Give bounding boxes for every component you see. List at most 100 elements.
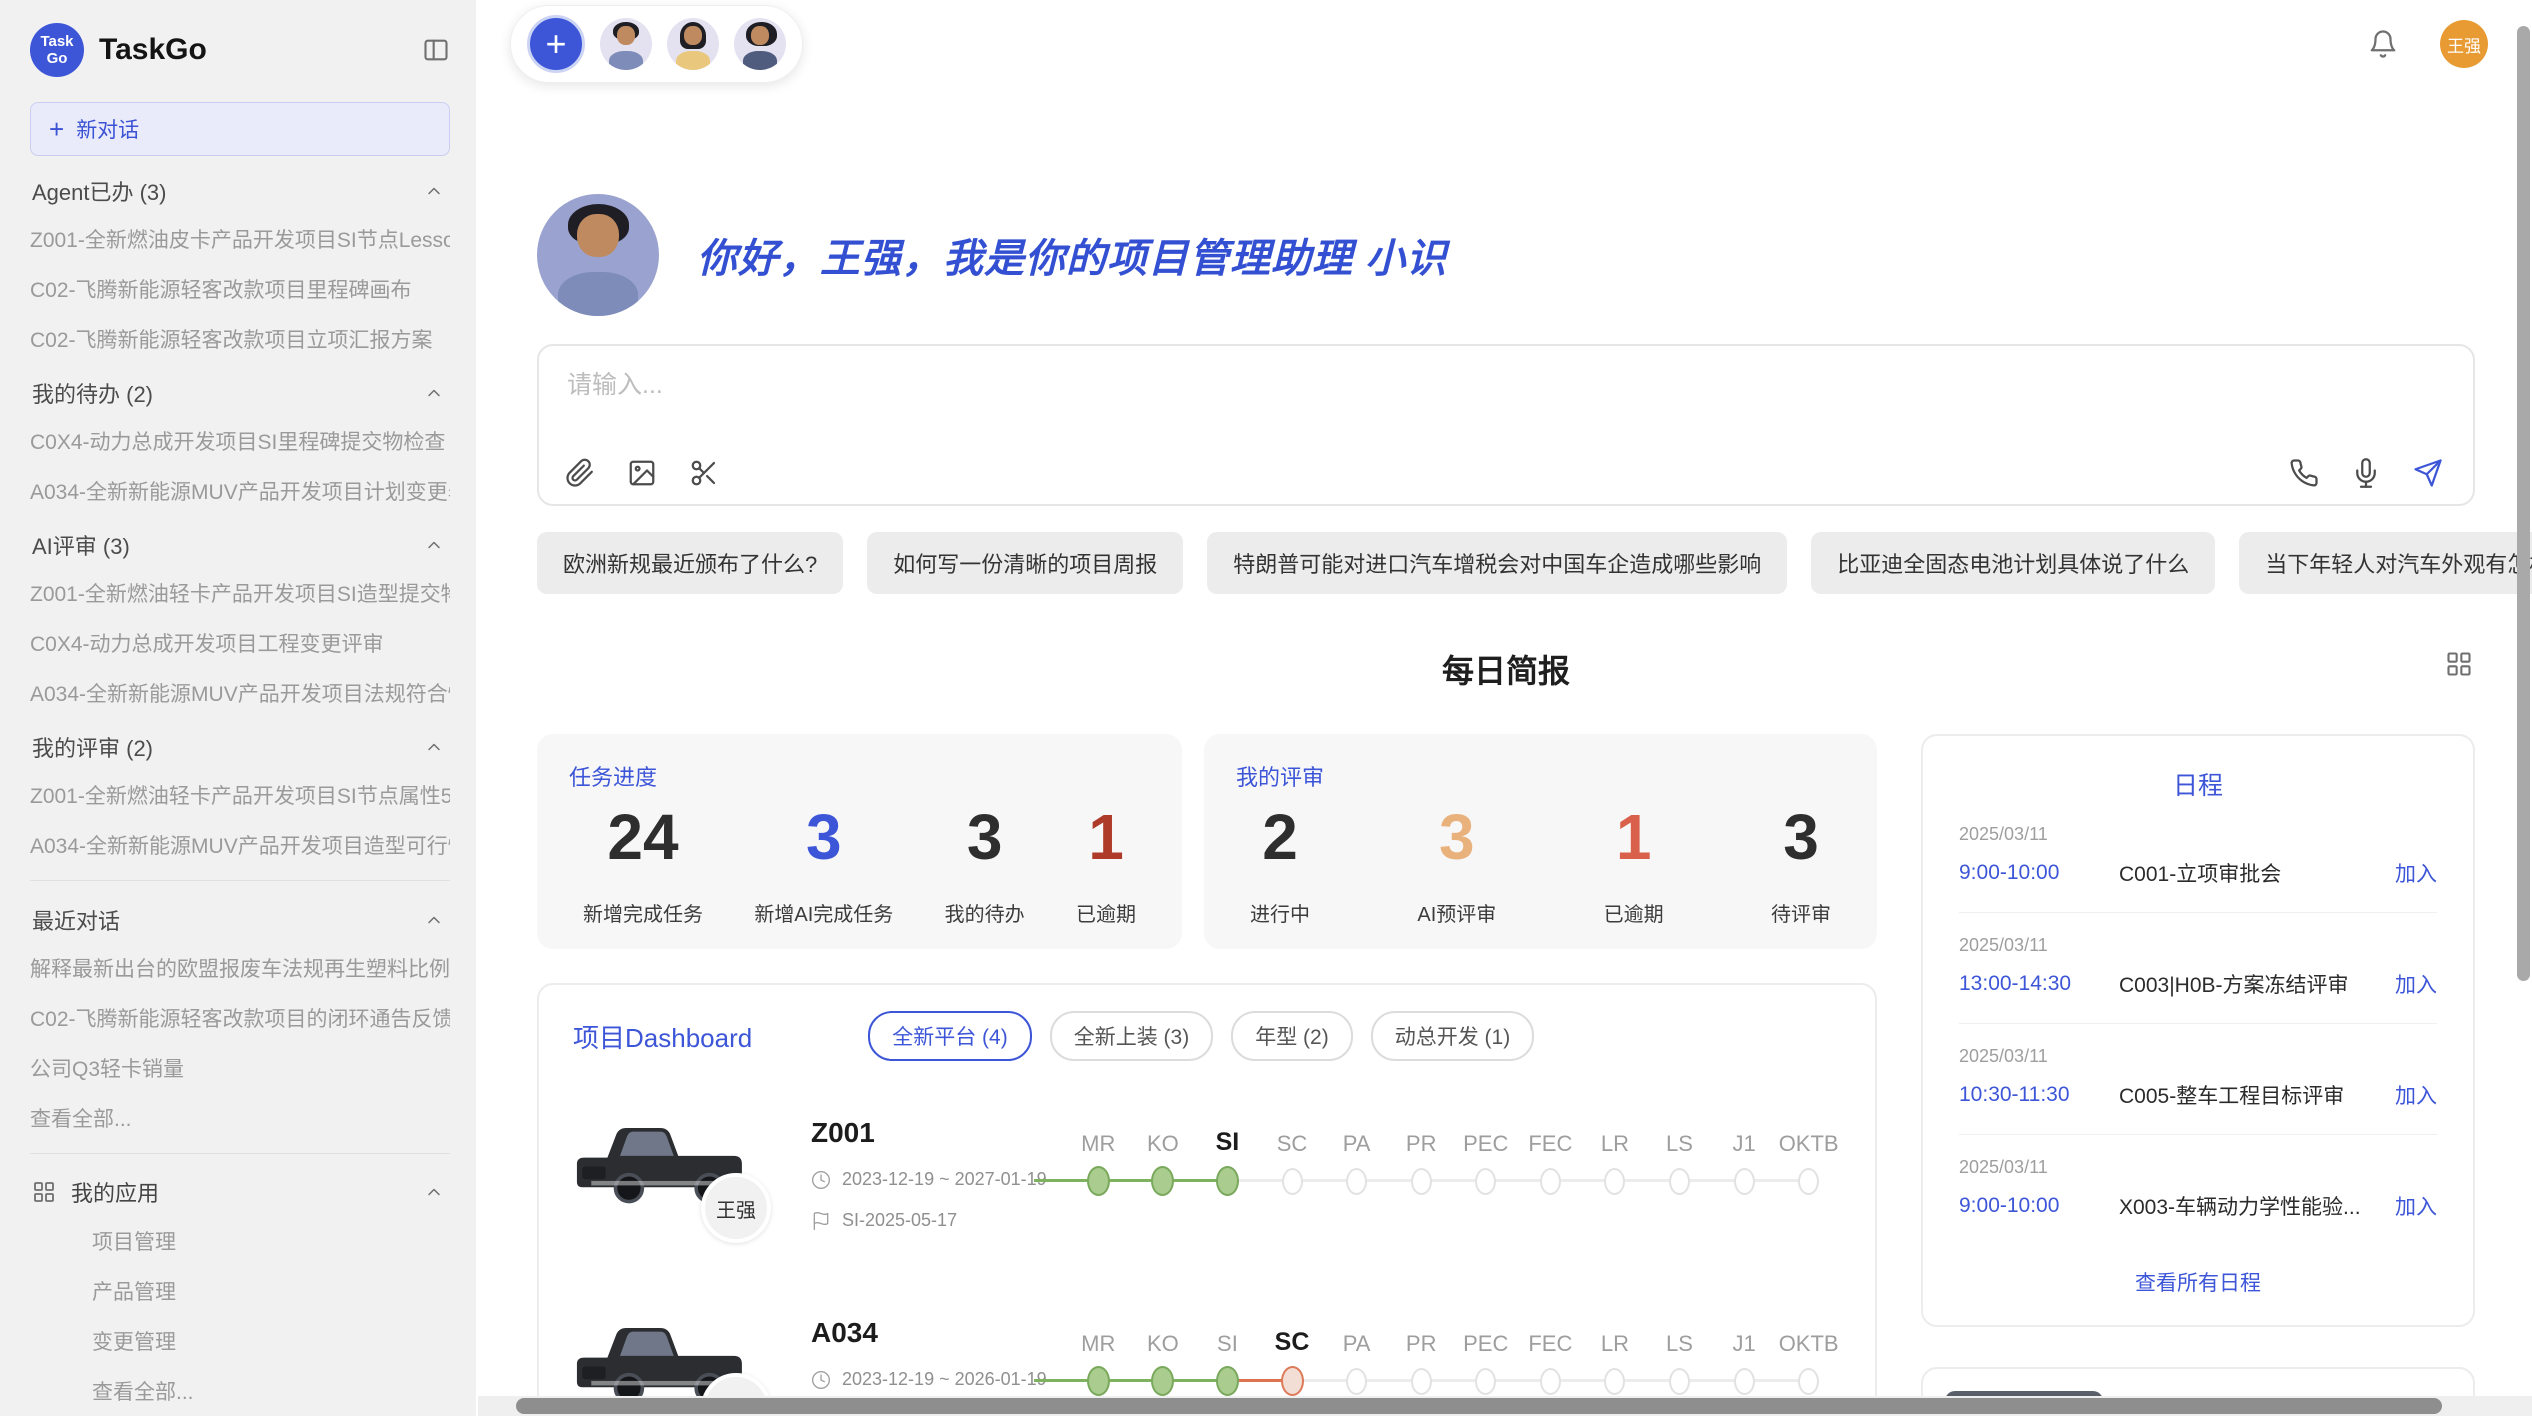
- project-info: Z0012023-12-19 ~ 2027-01-19SI-2025-05-17: [811, 1111, 1066, 1231]
- layout-grid-icon[interactable]: [2445, 650, 2473, 678]
- sidebar-task-item[interactable]: A034-全新新能源MUV产品开发项目法规符合性评审: [30, 668, 450, 718]
- schedule-row: 10:30-11:30C005-整车工程目标评审加入: [1959, 1080, 2437, 1110]
- milestone-label: LS: [1666, 1119, 1693, 1157]
- dashboard-tab[interactable]: 全新平台 (4): [868, 1011, 1032, 1061]
- chevron-up-icon[interactable]: [424, 737, 444, 757]
- sidebar-task-item[interactable]: Z001-全新燃油轻卡产品开发项目SI造型提交物评审: [30, 568, 450, 618]
- schedule-name: C001-立项审批会: [2119, 858, 2395, 888]
- project-flag-milestone: SI-2025-05-17: [811, 1210, 1066, 1231]
- milestone-dot: [1216, 1366, 1239, 1396]
- sidebar-app-item[interactable]: 查看全部...: [30, 1366, 450, 1408]
- chevron-up-icon[interactable]: [424, 1182, 444, 1202]
- suggestion-chip[interactable]: 欧洲新规最近颁布了什么?: [537, 532, 843, 594]
- user-avatar[interactable]: 王强: [2440, 20, 2488, 68]
- sidebar-section-header-tasks-2[interactable]: AI评审 (3): [30, 516, 450, 568]
- plus-icon: +: [545, 23, 566, 65]
- suggestion-chip[interactable]: 特朗普可能对进口汽车增税会对中国车企造成哪些影响: [1207, 532, 1787, 594]
- sidebar-item-my-apps[interactable]: 我的应用: [30, 1164, 450, 1216]
- schedule-join-link[interactable]: 加入: [2395, 1080, 2437, 1110]
- attachment-icon[interactable]: [565, 458, 595, 488]
- sidebar-section-header-tasks-0[interactable]: Agent已办 (3): [30, 162, 450, 214]
- schedule-date: 2025/03/11: [1959, 824, 2437, 845]
- sidebar-app-item[interactable]: 变更管理: [30, 1316, 450, 1366]
- dashboard-tab[interactable]: 全新上装 (3): [1050, 1011, 1214, 1061]
- sidebar-task-item[interactable]: 解释最新出台的欧盟报废车法规再生塑料比例被调至15%...: [30, 943, 450, 993]
- sidebar-task-item[interactable]: C0X4-动力总成开发项目工程变更评审: [30, 618, 450, 668]
- stat: 1 已逾期: [1604, 800, 1664, 927]
- milestone-dot: [1282, 1168, 1303, 1195]
- assistant-avatar-2[interactable]: [667, 18, 719, 70]
- sidebar-section-header-recent[interactable]: 最近对话: [30, 891, 450, 943]
- sidebar-task-item[interactable]: Z001-全新燃油皮卡产品开发项目SI节点Lesson Learn报告: [30, 214, 450, 264]
- schedule-name: C003|H0B-方案冻结评审: [2119, 969, 2395, 999]
- stat: 3我的待办: [945, 800, 1025, 927]
- dashboard-tab[interactable]: 年型 (2): [1231, 1011, 1353, 1061]
- sidebar-app-item[interactable]: 项目管理: [30, 1216, 450, 1266]
- sidebar-app-item[interactable]: 产品管理: [30, 1266, 450, 1316]
- chat-input[interactable]: [565, 370, 2310, 401]
- sidebar-section-header-tasks-1[interactable]: 我的待办 (2): [30, 364, 450, 416]
- microphone-icon[interactable]: [2351, 458, 2381, 488]
- milestone-dot: [1604, 1368, 1625, 1395]
- stat-label: 已逾期: [1604, 898, 1664, 927]
- assistant-avatar-3[interactable]: [734, 18, 786, 70]
- suggestion-chip[interactable]: 比亚迪全固态电池计划具体说了什么: [1811, 532, 2215, 594]
- sidebar-task-item[interactable]: A034-全新新能源MUV产品开发项目造型可行性评审: [30, 820, 450, 870]
- schedule-item: 2025/03/119:00-10:00C001-立项审批会加入: [1959, 802, 2437, 913]
- horizontal-scrollbar-thumb[interactable]: [516, 1398, 2442, 1414]
- sidebar-task-item[interactable]: C02-飞腾新能源轻客改款项目的闭环通告反馈情况: [30, 993, 450, 1043]
- sidebar-section-header-tasks-3[interactable]: 我的评审 (2): [30, 718, 450, 770]
- stat-label: 我的待办: [945, 898, 1025, 927]
- suggestion-chip[interactable]: 当下年轻人对汽车外观有怎样的喜好趋势: [2239, 532, 2532, 594]
- stat: 2进行中: [1250, 800, 1310, 927]
- logo-line1: Task: [40, 33, 73, 50]
- image-upload-icon[interactable]: [627, 458, 657, 488]
- sidebar-task-item[interactable]: 公司Q3轻卡销量: [30, 1043, 450, 1093]
- scissors-icon[interactable]: [689, 458, 719, 488]
- milestone-label: SI: [1217, 1319, 1238, 1357]
- divider: [30, 1153, 450, 1154]
- sidebar-task-item[interactable]: C02-飞腾新能源轻客改款项目立项汇报方案: [30, 314, 450, 364]
- chevron-up-icon[interactable]: [424, 910, 444, 930]
- milestone-dot: [1346, 1168, 1367, 1195]
- flag-text: SI-2025-05-17: [842, 1210, 957, 1231]
- collapse-panel-icon[interactable]: [422, 36, 450, 64]
- chevron-up-icon[interactable]: [424, 181, 444, 201]
- schedule-join-link[interactable]: 加入: [2395, 858, 2437, 888]
- sidebar-task-item[interactable]: Z001-全新燃油轻卡产品开发项目SI节点属性5D文件评审: [30, 770, 450, 820]
- suggestion-chips: 欧洲新规最近颁布了什么? 如何写一份清晰的项目周报特朗普可能对进口汽车增税会对中国…: [537, 532, 2475, 594]
- stat-values: 2进行中3AI预评审1已逾期3待评审: [1236, 800, 1845, 927]
- vertical-scrollbar-thumb[interactable]: [2517, 26, 2530, 981]
- milestone-pr: PR: [1389, 1319, 1454, 1405]
- sidebar-task-item[interactable]: 查看全部...: [30, 1093, 450, 1143]
- chevron-up-icon[interactable]: [424, 535, 444, 555]
- milestone-label: J1: [1732, 1119, 1755, 1157]
- sidebar-task-item[interactable]: C0X4-动力总成开发项目SI里程碑提交物检查: [30, 416, 450, 466]
- new-chat-button[interactable]: + 新对话: [30, 102, 450, 156]
- phone-icon[interactable]: [2289, 458, 2319, 488]
- daily-briefing-header: 每日简报: [537, 646, 2475, 688]
- notification-bell-icon[interactable]: [2368, 29, 2398, 59]
- stat-value: 1: [1616, 800, 1652, 874]
- topbar: + 王强: [476, 0, 2532, 88]
- send-icon[interactable]: [2413, 458, 2443, 488]
- schedule-join-link[interactable]: 加入: [2395, 969, 2437, 999]
- stat-value: 3: [806, 800, 842, 874]
- milestone-label: SI: [1216, 1119, 1240, 1157]
- schedule-join-link[interactable]: 加入: [2395, 1191, 2437, 1221]
- dashboard-tab[interactable]: 动总开发 (1): [1371, 1011, 1535, 1061]
- sidebar-task-item[interactable]: A034-全新新能源MUV产品开发项目计划变更表编写: [30, 466, 450, 516]
- milestone-label: LS: [1666, 1319, 1693, 1357]
- sidebar-task-item[interactable]: C02-飞腾新能源轻客改款项目里程碑画布: [30, 264, 450, 314]
- stat-value: 1: [1088, 800, 1124, 874]
- milestone-dot: [1281, 1366, 1304, 1396]
- view-all-schedule-link[interactable]: 查看所有日程: [1959, 1267, 2437, 1297]
- suggestion-chip[interactable]: 如何写一份清晰的项目周报: [867, 532, 1183, 594]
- chevron-up-icon[interactable]: [424, 383, 444, 403]
- milestone-label: PR: [1406, 1119, 1437, 1157]
- milestone-dot: [1346, 1368, 1367, 1395]
- milestone-dot: [1475, 1368, 1496, 1395]
- assistant-avatar-1[interactable]: [600, 18, 652, 70]
- milestone-pec: PEC: [1453, 1119, 1518, 1205]
- add-assistant-button[interactable]: +: [527, 15, 585, 73]
